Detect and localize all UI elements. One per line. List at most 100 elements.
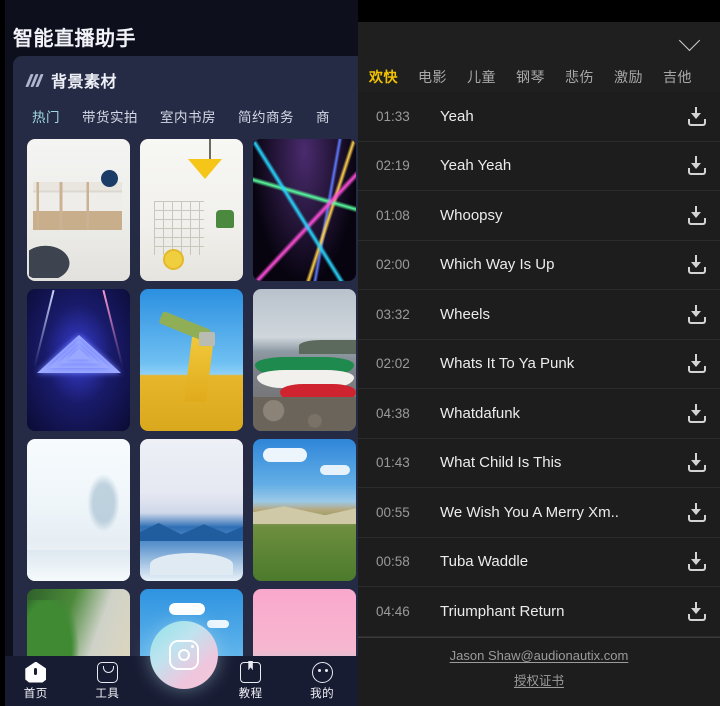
thumbnail-image	[253, 589, 356, 656]
category-tab-2[interactable]: 室内书房	[160, 106, 216, 126]
background-material-card: 背景素材 热门 带货实拍 室内书房 简约商务 商	[13, 56, 358, 656]
song-row[interactable]: 02:02 Whats It To Ya Punk	[358, 340, 720, 389]
download-icon[interactable]	[687, 354, 706, 374]
song-title: Yeah Yeah	[440, 157, 512, 175]
thumbnail-image	[253, 439, 356, 581]
song-row[interactable]: 04:46 Triumphant Return	[358, 587, 720, 637]
thumbnail-snowy-blue-mountain[interactable]	[140, 439, 243, 581]
song-row[interactable]: 02:00 Which Way Is Up	[358, 241, 720, 290]
thumbnail-image	[140, 439, 243, 581]
thumbnail-blue-triangle-tunnel[interactable]	[27, 289, 130, 431]
toolbag-icon	[96, 661, 118, 683]
download-icon[interactable]	[687, 403, 706, 423]
thumbnail-neon-laser-lines[interactable]	[253, 139, 356, 281]
thumbnail-image	[253, 139, 356, 281]
song-title: Triumphant Return	[440, 602, 565, 620]
category-tab-0[interactable]: 热门	[32, 106, 60, 126]
song-title: What Child Is This	[440, 454, 562, 472]
nav-label-tools: 工具	[95, 687, 120, 700]
attribution-license-link[interactable]: 授权证书	[358, 670, 720, 689]
category-tab-4[interactable]: 商	[316, 106, 330, 126]
song-row[interactable]: 02:19 Yeah Yeah	[358, 142, 720, 191]
song-duration: 01:33	[376, 108, 410, 124]
category-tab-3[interactable]: 简约商务	[238, 106, 294, 126]
nav-label-mine: 我的	[310, 687, 335, 700]
song-row[interactable]: 03:32 Wheels	[358, 290, 720, 340]
mood-tab-2[interactable]: 儿童	[467, 67, 509, 87]
song-row[interactable]: 00:55 We Wish You A Merry Xm..	[358, 488, 720, 538]
thumbnail-green-hills-blue-sky[interactable]	[253, 439, 356, 581]
attribution-footer: Jason Shaw@audionautix.com 授权证书	[358, 636, 720, 689]
song-title: Yeah	[440, 107, 474, 125]
song-list[interactable]: 01:33 Yeah 02:19 Yeah Yeah 01:08 Whoopsy 02:00…	[358, 92, 720, 637]
thumbnail-white-shelf-room[interactable]	[27, 139, 130, 281]
nav-item-mine[interactable]: 我的	[286, 661, 358, 701]
song-duration: 01:43	[376, 455, 410, 471]
download-icon[interactable]	[687, 502, 706, 522]
song-duration: 00:58	[376, 554, 410, 570]
download-icon[interactable]	[687, 453, 706, 473]
status-bar	[358, 0, 720, 22]
chevron-down-icon[interactable]	[677, 29, 703, 52]
thumbnail-yellow-lamp-room[interactable]	[140, 139, 243, 281]
song-duration: 02:02	[376, 356, 410, 372]
song-row[interactable]: 01:43 What Child Is This	[358, 439, 720, 488]
app-screenshot: 智能直播助手 背景素材 热门 带货实拍 室内书房 简约商务 商 首页 工具 教程	[0, 0, 720, 706]
download-icon[interactable]	[687, 601, 706, 621]
song-duration: 04:46	[376, 603, 410, 619]
download-icon[interactable]	[687, 255, 706, 275]
song-row[interactable]: 04:38 Whatdafunk	[358, 389, 720, 439]
song-duration: 02:00	[376, 257, 410, 273]
attribution-email-link[interactable]: Jason Shaw@audionautix.com	[450, 648, 629, 663]
nav-item-home[interactable]: 首页	[0, 661, 72, 701]
camera-capture-button[interactable]	[150, 621, 218, 689]
song-title: Tuba Waddle	[440, 553, 529, 571]
mood-tab-5[interactable]: 激励	[614, 67, 656, 87]
thumbnail-green-waterfall[interactable]	[27, 589, 130, 656]
thumbnail-image	[27, 589, 130, 656]
nav-label-tutorial: 教程	[238, 687, 263, 700]
mood-tab-3[interactable]: 钢琴	[516, 67, 558, 87]
mood-tab-bar[interactable]: 欢快 电影 儿童 钢琴 悲伤 激励 吉他	[358, 62, 720, 92]
song-title: Whoopsy	[440, 206, 503, 224]
thumbnail-pink-sunset-sea[interactable]	[253, 589, 356, 656]
song-title: Whats It To Ya Punk	[440, 355, 575, 373]
thumbnail-image	[140, 139, 243, 281]
nav-item-tools[interactable]: 工具	[72, 661, 144, 701]
song-duration: 02:19	[376, 158, 410, 174]
download-icon[interactable]	[687, 205, 706, 225]
category-tab-bar[interactable]: 热门 带货实拍 室内书房 简约商务 商	[13, 92, 358, 126]
download-icon[interactable]	[687, 304, 706, 324]
song-duration: 03:32	[376, 306, 410, 322]
music-panel-header	[358, 22, 720, 62]
thumbnail-image	[253, 289, 356, 431]
download-icon[interactable]	[687, 106, 706, 126]
song-title: We Wish You A Merry Xm..	[440, 503, 619, 521]
download-icon[interactable]	[687, 156, 706, 176]
mood-tab-1[interactable]: 电影	[418, 67, 460, 87]
mood-tab-0[interactable]: 欢快	[369, 67, 411, 87]
music-library-panel: 欢快 电影 儿童 钢琴 悲伤 激励 吉他 01:33 Yeah 02:19 Yeah Yeah 01…	[358, 0, 720, 706]
section-header: 背景素材	[13, 56, 358, 92]
thumbnail-snowy-white-forest[interactable]	[27, 439, 130, 581]
category-tab-1[interactable]: 带货实拍	[82, 106, 138, 126]
background-thumbnail-grid[interactable]	[13, 126, 358, 656]
song-row[interactable]: 00:58 Tuba Waddle	[358, 538, 720, 587]
thumbnail-image	[27, 139, 130, 281]
mood-tab-6[interactable]: 吉他	[663, 67, 705, 87]
home-icon	[25, 661, 47, 683]
bookmark-icon	[240, 661, 262, 683]
thumbnail-boats-on-shore[interactable]	[253, 289, 356, 431]
download-icon[interactable]	[687, 552, 706, 572]
song-row[interactable]: 01:08 Whoopsy	[358, 191, 720, 241]
mood-tab-4[interactable]: 悲伤	[565, 67, 607, 87]
song-row[interactable]: 01:33 Yeah	[358, 92, 720, 142]
thumbnail-image	[27, 289, 130, 431]
thumbnail-image	[140, 289, 243, 431]
thumbnail-grain-harvest[interactable]	[140, 289, 243, 431]
profile-face-icon	[311, 661, 333, 683]
song-title: Whatdafunk	[440, 404, 521, 422]
nav-label-home: 首页	[23, 687, 48, 700]
song-title: Wheels	[440, 305, 491, 323]
nav-item-tutorial[interactable]: 教程	[215, 661, 287, 701]
